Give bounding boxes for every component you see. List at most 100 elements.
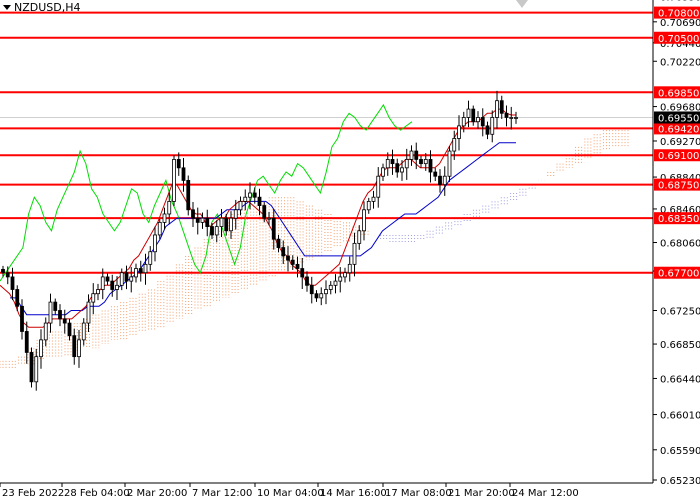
- chart-background: [0, 0, 700, 500]
- level-price-label: 0.70500: [658, 34, 699, 45]
- candle-body: [115, 284, 119, 290]
- candle-body: [167, 200, 172, 215]
- candle-body: [10, 276, 15, 290]
- price-chart[interactable]: 0.709900.706900.704400.702200.696800.692…: [0, 0, 700, 500]
- candle-body: [105, 276, 110, 282]
- candle-body: [271, 217, 276, 240]
- candle-body: [129, 276, 134, 282]
- chart-area[interactable]: 0.709900.706900.704400.702200.696800.692…: [0, 0, 700, 500]
- candle-body: [238, 200, 243, 211]
- x-tick-label: 14 Mar 16:00: [320, 488, 387, 499]
- candle-body: [423, 159, 428, 165]
- dropdown-triangle-icon[interactable]: [3, 5, 11, 10]
- candle-body: [210, 226, 214, 236]
- candle-body: [428, 159, 433, 173]
- symbol-header[interactable]: NZDUSD,H4: [3, 1, 81, 14]
- candle-body: [409, 150, 414, 160]
- candle-body: [338, 276, 343, 282]
- candle-body: [34, 356, 39, 383]
- candle-body: [162, 213, 167, 223]
- candle-body: [58, 310, 62, 320]
- candle-body: [138, 268, 143, 274]
- candle-body: [134, 268, 138, 278]
- candle-body: [153, 234, 157, 253]
- candle-body: [72, 335, 77, 358]
- candle-body: [281, 247, 286, 257]
- current-price-label: 0.69550: [658, 113, 699, 124]
- candle-body: [205, 217, 210, 227]
- candle-body: [309, 284, 314, 295]
- candle-body: [276, 238, 281, 248]
- candle-body: [319, 293, 324, 299]
- y-tick-label: 0.66010: [660, 411, 700, 422]
- y-tick-label: 0.67250: [660, 306, 700, 317]
- candle-body: [110, 280, 115, 290]
- y-tick-label: 0.66850: [660, 340, 700, 351]
- candle-body: [290, 259, 295, 265]
- candle-body: [461, 117, 466, 127]
- candle-body: [262, 205, 267, 219]
- candle-body: [314, 293, 319, 299]
- y-tick-label: 0.66440: [660, 374, 700, 385]
- candle-body: [414, 150, 419, 160]
- candle-body: [324, 289, 328, 295]
- candle-body: [395, 163, 400, 173]
- candle-body: [347, 263, 352, 274]
- candle-body: [442, 175, 447, 186]
- candle-body: [328, 284, 333, 290]
- candle-body: [157, 221, 162, 236]
- y-tick-label: 0.65230: [660, 476, 700, 487]
- candle-body: [24, 331, 29, 353]
- candle-body: [219, 217, 224, 227]
- candle-body: [385, 159, 390, 169]
- candle-body: [485, 125, 490, 135]
- candle-body: [124, 272, 129, 282]
- candle-body: [77, 339, 81, 358]
- candle-body: [233, 209, 238, 219]
- candle-body: [148, 251, 153, 265]
- y-tick-label: 0.69270: [660, 137, 700, 148]
- candle-body: [248, 192, 252, 198]
- candle-body: [490, 117, 495, 135]
- x-tick-label: 24 Mar 12:00: [512, 488, 579, 499]
- symbol-label: NZDUSD,H4: [14, 1, 81, 14]
- candle-body: [509, 117, 514, 119]
- candle-body: [495, 100, 499, 118]
- candle-body: [404, 159, 409, 169]
- y-tick-label: 0.70220: [660, 57, 700, 68]
- candle-body: [86, 301, 91, 324]
- candle-body: [143, 263, 148, 274]
- candle-body: [471, 108, 476, 123]
- candle-body: [5, 272, 10, 278]
- x-tick-label: 7 Mar 12:00: [192, 488, 252, 499]
- candle-body: [452, 138, 457, 152]
- x-tick-label: 23 Feb 2022: [2, 488, 64, 499]
- candle-body: [504, 112, 509, 118]
- level-price-label: 0.68750: [658, 181, 699, 192]
- candle-body: [419, 159, 423, 165]
- candle-body: [243, 196, 248, 202]
- candle-body: [186, 180, 191, 211]
- y-tick-label: 0.70990: [660, 0, 700, 4]
- x-tick-label: 21 Mar 20:00: [448, 488, 515, 499]
- y-tick-label: 0.68060: [660, 239, 700, 250]
- candle-body: [252, 192, 257, 198]
- candle-body: [96, 289, 100, 295]
- candle-body: [181, 167, 186, 181]
- candle-body: [466, 108, 471, 118]
- candle-body: [447, 150, 452, 177]
- candle-body: [53, 301, 58, 311]
- candle-body: [29, 352, 34, 383]
- candle-body: [433, 171, 438, 177]
- candle-body: [366, 200, 371, 211]
- candle-body: [376, 175, 381, 198]
- candle-body: [480, 117, 485, 127]
- candle-body: [100, 276, 105, 290]
- candle-body: [457, 125, 461, 139]
- candle-body: [257, 196, 262, 206]
- y-tick-label: 0.65590: [660, 446, 700, 457]
- candle-body: [119, 272, 124, 286]
- x-tick-label: 2 Mar 20:00: [127, 488, 187, 499]
- candle-body: [371, 196, 376, 202]
- level-price-label: 0.67700: [658, 269, 699, 280]
